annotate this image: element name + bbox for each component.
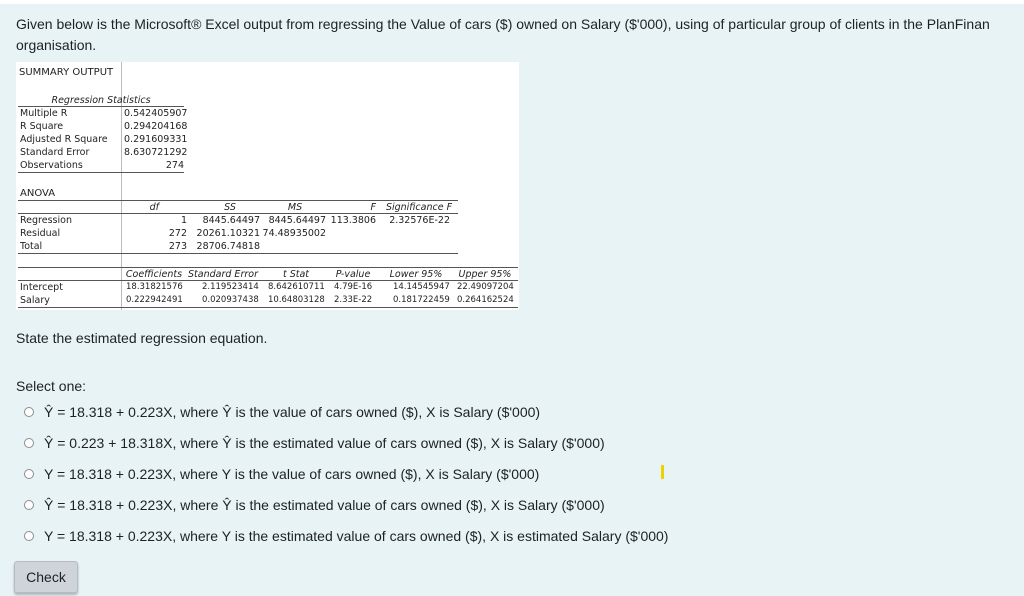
anova-header-df: df bbox=[149, 202, 159, 213]
answer-option-3[interactable]: Y = 18.318 + 0.223X, where Y is the valu… bbox=[24, 464, 539, 484]
coef-t: 10.64803128 bbox=[268, 295, 325, 305]
radio-button[interactable] bbox=[24, 500, 34, 510]
answer-option-label: Y = 18.318 + 0.223X, where Y is the esti… bbox=[44, 528, 669, 544]
answer-option-2[interactable]: Ŷ = 0.223 + 18.318X, where Ŷ is the esti… bbox=[24, 433, 605, 453]
anova-sigf: 2.32576E-22 bbox=[389, 215, 450, 226]
coef-upper: 0.264162524 bbox=[457, 295, 514, 305]
coef-upper: 22.49097204 bbox=[457, 282, 514, 292]
answer-option-label: Ŷ = 18.318 + 0.223X, where Ŷ is the esti… bbox=[44, 497, 605, 513]
stat-value: 0.294204168 bbox=[124, 121, 188, 132]
coef-se: 0.020937438 bbox=[202, 295, 259, 305]
stat-label: Adjusted R Square bbox=[20, 134, 108, 145]
check-button[interactable]: Check bbox=[14, 561, 78, 593]
coef-row-label: Intercept bbox=[20, 282, 63, 293]
stat-label: Observations bbox=[20, 160, 83, 171]
coef-header-lower-95: Lower 95% bbox=[389, 269, 443, 280]
coef-t: 8.642610711 bbox=[268, 282, 325, 292]
coef-header-coefficients: Coefficients bbox=[125, 269, 183, 280]
stat-value: 0.542405907 bbox=[124, 108, 188, 119]
anova-df: 1 bbox=[180, 215, 187, 226]
anova-ms: 74.48935002 bbox=[262, 228, 326, 239]
answer-option-1[interactable]: Ŷ = 18.318 + 0.223X, where Ŷ is the valu… bbox=[24, 402, 540, 422]
answer-option-label: Ŷ = 0.223 + 18.318X, where Ŷ is the esti… bbox=[44, 435, 605, 451]
anova-title: ANOVA bbox=[20, 188, 56, 199]
anova-row-label: Residual bbox=[20, 228, 61, 239]
question-prompt: State the estimated regression equation. bbox=[16, 330, 268, 346]
anova-header-f: F bbox=[370, 202, 376, 213]
anova-header-ms: MS bbox=[287, 202, 303, 213]
anova-header-sigf: Significance F bbox=[385, 202, 453, 213]
coef-se: 2.119523414 bbox=[202, 282, 259, 292]
anova-df: 272 bbox=[168, 228, 187, 239]
stat-label: Standard Error bbox=[20, 147, 90, 158]
radio-button[interactable] bbox=[24, 469, 34, 479]
coef-row-label: Salary bbox=[20, 295, 50, 306]
anova-ms: 8445.64497 bbox=[268, 215, 326, 226]
anova-ss: 20261.10321 bbox=[196, 228, 260, 239]
radio-button[interactable] bbox=[24, 438, 34, 448]
coef-value: 0.222942491 bbox=[126, 295, 183, 305]
anova-ss: 8445.64497 bbox=[202, 215, 260, 226]
stat-value: 8.630721292 bbox=[124, 147, 188, 158]
text-cursor-icon bbox=[661, 465, 664, 479]
summary-title: SUMMARY OUTPUT bbox=[19, 67, 114, 78]
answer-option-5[interactable]: Y = 18.318 + 0.223X, where Y is the esti… bbox=[24, 526, 668, 546]
coef-lower: 0.181722459 bbox=[393, 295, 450, 305]
answer-option-4[interactable]: Ŷ = 18.318 + 0.223X, where Ŷ is the esti… bbox=[24, 495, 605, 515]
stat-label: R Square bbox=[20, 121, 64, 132]
anova-header-ss: SS bbox=[224, 202, 236, 213]
coef-header-upper-95: Upper 95% bbox=[458, 269, 512, 280]
answer-option-label: Y = 18.318 + 0.223X, where Y is the valu… bbox=[44, 466, 540, 482]
radio-button[interactable] bbox=[24, 531, 34, 541]
select-one-label: Select one: bbox=[16, 378, 87, 394]
regression-statistics-title: Regression Statistics bbox=[51, 95, 151, 106]
coef-p: 4.79E-16 bbox=[334, 282, 373, 292]
anova-ss: 28706.74818 bbox=[196, 241, 260, 252]
excel-output-image: SUMMARY OUTPUT Regression Statistics Mul… bbox=[16, 62, 519, 310]
stat-value: 0.291609331 bbox=[124, 134, 188, 145]
stat-value: 274 bbox=[165, 160, 184, 171]
coef-header-t-stat: t Stat bbox=[282, 269, 310, 280]
coef-value: 18.31821576 bbox=[126, 282, 183, 292]
coef-header-standard-error: Standard Error bbox=[188, 269, 258, 280]
coef-p: 2.33E-22 bbox=[334, 295, 373, 305]
stat-label: Multiple R bbox=[20, 108, 68, 119]
coef-header-p-value: P-value bbox=[335, 269, 371, 280]
radio-button[interactable] bbox=[24, 407, 34, 417]
anova-df: 273 bbox=[168, 241, 187, 252]
anova-row-label: Regression bbox=[20, 215, 72, 226]
anova-row-label: Total bbox=[20, 241, 43, 252]
question-text: Given below is the Microsoft® Excel outp… bbox=[16, 16, 990, 53]
answer-option-label: Ŷ = 18.318 + 0.223X, where Ŷ is the valu… bbox=[44, 404, 541, 420]
anova-f: 113.3806 bbox=[330, 215, 376, 226]
coef-lower: 14.14545947 bbox=[393, 282, 450, 292]
